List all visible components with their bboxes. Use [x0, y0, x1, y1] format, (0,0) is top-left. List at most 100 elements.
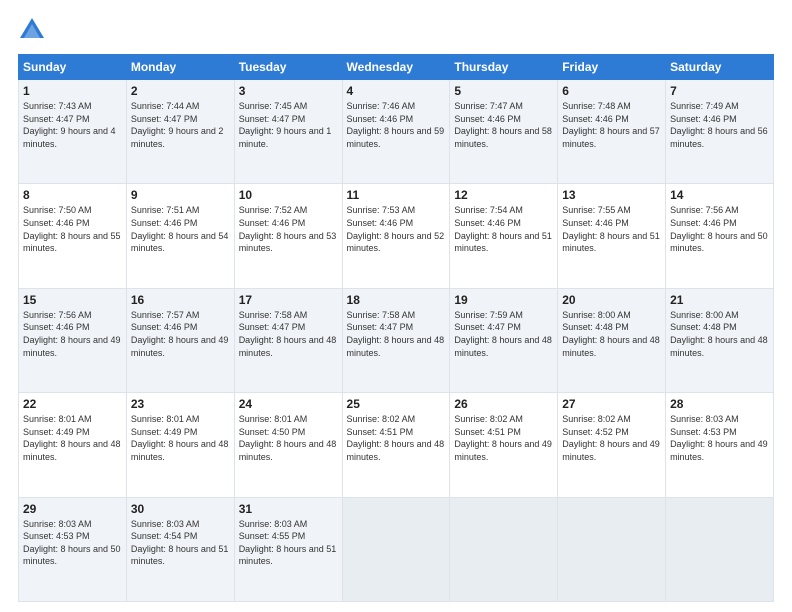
- calendar-cell: 24 Sunrise: 8:01 AMSunset: 4:50 PMDaylig…: [234, 393, 342, 497]
- day-info: Sunrise: 7:45 AMSunset: 4:47 PMDaylight:…: [239, 101, 332, 149]
- day-number: 20: [562, 293, 661, 307]
- day-number: 21: [670, 293, 769, 307]
- calendar-cell: 13 Sunrise: 7:55 AMSunset: 4:46 PMDaylig…: [558, 184, 666, 288]
- day-info: Sunrise: 8:02 AMSunset: 4:51 PMDaylight:…: [347, 414, 445, 462]
- calendar-cell: 28 Sunrise: 8:03 AMSunset: 4:53 PMDaylig…: [666, 393, 774, 497]
- calendar-cell: 30 Sunrise: 8:03 AMSunset: 4:54 PMDaylig…: [126, 497, 234, 601]
- day-number: 26: [454, 397, 553, 411]
- calendar-cell: 16 Sunrise: 7:57 AMSunset: 4:46 PMDaylig…: [126, 288, 234, 392]
- day-info: Sunrise: 8:02 AMSunset: 4:51 PMDaylight:…: [454, 414, 552, 462]
- logo-icon: [18, 16, 46, 44]
- calendar-cell: 26 Sunrise: 8:02 AMSunset: 4:51 PMDaylig…: [450, 393, 558, 497]
- day-info: Sunrise: 8:01 AMSunset: 4:49 PMDaylight:…: [131, 414, 229, 462]
- day-header: Friday: [558, 55, 666, 80]
- calendar-cell: 21 Sunrise: 8:00 AMSunset: 4:48 PMDaylig…: [666, 288, 774, 392]
- day-info: Sunrise: 7:54 AMSunset: 4:46 PMDaylight:…: [454, 205, 552, 253]
- day-number: 22: [23, 397, 122, 411]
- calendar-cell: 4 Sunrise: 7:46 AMSunset: 4:46 PMDayligh…: [342, 80, 450, 184]
- calendar-cell: 8 Sunrise: 7:50 AMSunset: 4:46 PMDayligh…: [19, 184, 127, 288]
- day-number: 28: [670, 397, 769, 411]
- calendar-week-row: 29 Sunrise: 8:03 AMSunset: 4:53 PMDaylig…: [19, 497, 774, 601]
- logo: [18, 16, 50, 44]
- calendar-cell: 3 Sunrise: 7:45 AMSunset: 4:47 PMDayligh…: [234, 80, 342, 184]
- day-info: Sunrise: 7:56 AMSunset: 4:46 PMDaylight:…: [670, 205, 768, 253]
- day-number: 29: [23, 502, 122, 516]
- day-header: Tuesday: [234, 55, 342, 80]
- day-number: 7: [670, 84, 769, 98]
- day-info: Sunrise: 7:49 AMSunset: 4:46 PMDaylight:…: [670, 101, 768, 149]
- day-number: 6: [562, 84, 661, 98]
- day-number: 4: [347, 84, 446, 98]
- day-info: Sunrise: 7:50 AMSunset: 4:46 PMDaylight:…: [23, 205, 121, 253]
- calendar-cell: 14 Sunrise: 7:56 AMSunset: 4:46 PMDaylig…: [666, 184, 774, 288]
- day-info: Sunrise: 7:52 AMSunset: 4:46 PMDaylight:…: [239, 205, 337, 253]
- calendar-cell: 6 Sunrise: 7:48 AMSunset: 4:46 PMDayligh…: [558, 80, 666, 184]
- calendar-cell: 10 Sunrise: 7:52 AMSunset: 4:46 PMDaylig…: [234, 184, 342, 288]
- day-info: Sunrise: 7:55 AMSunset: 4:46 PMDaylight:…: [562, 205, 660, 253]
- day-number: 25: [347, 397, 446, 411]
- day-info: Sunrise: 8:00 AMSunset: 4:48 PMDaylight:…: [562, 310, 660, 358]
- day-number: 15: [23, 293, 122, 307]
- day-info: Sunrise: 7:53 AMSunset: 4:46 PMDaylight:…: [347, 205, 445, 253]
- calendar-cell: 25 Sunrise: 8:02 AMSunset: 4:51 PMDaylig…: [342, 393, 450, 497]
- day-info: Sunrise: 8:00 AMSunset: 4:48 PMDaylight:…: [670, 310, 768, 358]
- day-header: Thursday: [450, 55, 558, 80]
- calendar-week-row: 15 Sunrise: 7:56 AMSunset: 4:46 PMDaylig…: [19, 288, 774, 392]
- calendar-cell: [666, 497, 774, 601]
- day-info: Sunrise: 7:51 AMSunset: 4:46 PMDaylight:…: [131, 205, 229, 253]
- calendar-cell: 29 Sunrise: 8:03 AMSunset: 4:53 PMDaylig…: [19, 497, 127, 601]
- day-number: 16: [131, 293, 230, 307]
- calendar-cell: 11 Sunrise: 7:53 AMSunset: 4:46 PMDaylig…: [342, 184, 450, 288]
- calendar-table: SundayMondayTuesdayWednesdayThursdayFrid…: [18, 54, 774, 602]
- day-header: Monday: [126, 55, 234, 80]
- day-info: Sunrise: 8:03 AMSunset: 4:55 PMDaylight:…: [239, 519, 337, 567]
- day-number: 30: [131, 502, 230, 516]
- calendar-week-row: 1 Sunrise: 7:43 AMSunset: 4:47 PMDayligh…: [19, 80, 774, 184]
- day-info: Sunrise: 7:44 AMSunset: 4:47 PMDaylight:…: [131, 101, 224, 149]
- day-number: 17: [239, 293, 338, 307]
- day-number: 9: [131, 188, 230, 202]
- day-number: 13: [562, 188, 661, 202]
- calendar-header-row: SundayMondayTuesdayWednesdayThursdayFrid…: [19, 55, 774, 80]
- day-number: 2: [131, 84, 230, 98]
- day-info: Sunrise: 7:46 AMSunset: 4:46 PMDaylight:…: [347, 101, 445, 149]
- day-number: 18: [347, 293, 446, 307]
- calendar-body: 1 Sunrise: 7:43 AMSunset: 4:47 PMDayligh…: [19, 80, 774, 602]
- day-number: 8: [23, 188, 122, 202]
- day-info: Sunrise: 7:47 AMSunset: 4:46 PMDaylight:…: [454, 101, 552, 149]
- calendar-cell: [558, 497, 666, 601]
- calendar-week-row: 22 Sunrise: 8:01 AMSunset: 4:49 PMDaylig…: [19, 393, 774, 497]
- calendar-cell: 31 Sunrise: 8:03 AMSunset: 4:55 PMDaylig…: [234, 497, 342, 601]
- calendar-cell: 7 Sunrise: 7:49 AMSunset: 4:46 PMDayligh…: [666, 80, 774, 184]
- day-info: Sunrise: 8:02 AMSunset: 4:52 PMDaylight:…: [562, 414, 660, 462]
- day-number: 3: [239, 84, 338, 98]
- calendar-cell: 15 Sunrise: 7:56 AMSunset: 4:46 PMDaylig…: [19, 288, 127, 392]
- calendar-cell: 18 Sunrise: 7:58 AMSunset: 4:47 PMDaylig…: [342, 288, 450, 392]
- day-number: 10: [239, 188, 338, 202]
- header: [18, 16, 774, 44]
- day-info: Sunrise: 7:43 AMSunset: 4:47 PMDaylight:…: [23, 101, 116, 149]
- day-number: 1: [23, 84, 122, 98]
- calendar-cell: 22 Sunrise: 8:01 AMSunset: 4:49 PMDaylig…: [19, 393, 127, 497]
- day-info: Sunrise: 7:48 AMSunset: 4:46 PMDaylight:…: [562, 101, 660, 149]
- day-header: Saturday: [666, 55, 774, 80]
- day-number: 5: [454, 84, 553, 98]
- calendar-cell: 23 Sunrise: 8:01 AMSunset: 4:49 PMDaylig…: [126, 393, 234, 497]
- calendar-cell: 2 Sunrise: 7:44 AMSunset: 4:47 PMDayligh…: [126, 80, 234, 184]
- calendar-cell: 19 Sunrise: 7:59 AMSunset: 4:47 PMDaylig…: [450, 288, 558, 392]
- day-info: Sunrise: 8:01 AMSunset: 4:50 PMDaylight:…: [239, 414, 337, 462]
- day-info: Sunrise: 7:57 AMSunset: 4:46 PMDaylight:…: [131, 310, 229, 358]
- calendar-cell: 5 Sunrise: 7:47 AMSunset: 4:46 PMDayligh…: [450, 80, 558, 184]
- day-number: 14: [670, 188, 769, 202]
- day-header: Wednesday: [342, 55, 450, 80]
- calendar-cell: 27 Sunrise: 8:02 AMSunset: 4:52 PMDaylig…: [558, 393, 666, 497]
- day-number: 19: [454, 293, 553, 307]
- calendar-cell: 1 Sunrise: 7:43 AMSunset: 4:47 PMDayligh…: [19, 80, 127, 184]
- day-info: Sunrise: 8:03 AMSunset: 4:54 PMDaylight:…: [131, 519, 229, 567]
- day-number: 31: [239, 502, 338, 516]
- day-number: 12: [454, 188, 553, 202]
- calendar-cell: 17 Sunrise: 7:58 AMSunset: 4:47 PMDaylig…: [234, 288, 342, 392]
- day-number: 27: [562, 397, 661, 411]
- day-info: Sunrise: 8:03 AMSunset: 4:53 PMDaylight:…: [670, 414, 768, 462]
- calendar-cell: 9 Sunrise: 7:51 AMSunset: 4:46 PMDayligh…: [126, 184, 234, 288]
